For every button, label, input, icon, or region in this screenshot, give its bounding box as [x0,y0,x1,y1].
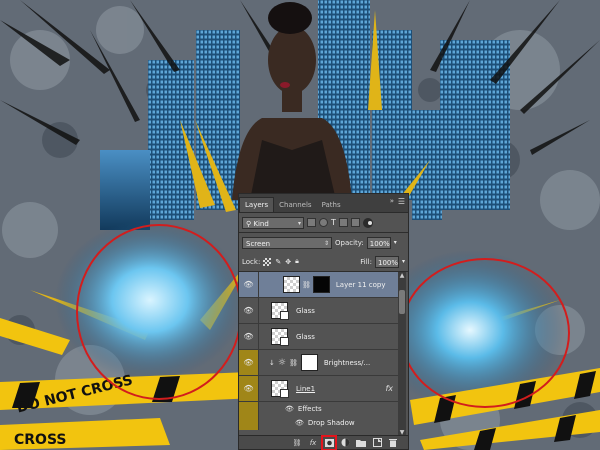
brightness-adjustment-icon: ☼ [277,357,286,368]
fx-icon[interactable]: fx [308,438,318,448]
link-layers-icon[interactable]: ⛓︎ [292,438,302,448]
visibility-toggle[interactable]: 👁︎ [239,350,259,375]
effects-row[interactable]: 👁︎ Effects [239,402,399,416]
group-folder-icon[interactable] [356,438,366,448]
layer-thumbnail [271,328,289,346]
panel-bottom-toolbar: ⛓︎ fx [239,434,408,450]
new-layer-icon[interactable] [372,438,382,448]
link-chain-icon[interactable]: ⛓︎ [302,281,311,289]
eye-icon: 👁︎ [243,306,254,315]
layer-thumbnail [271,302,289,320]
layer-row[interactable]: 👁︎ Glass [239,298,399,324]
lock-position-move-icon[interactable]: ✥ [285,258,291,266]
blend-mode-select[interactable]: Screen ⇕ [242,236,332,249]
layer-name[interactable]: Glass [296,333,315,341]
filter-row: ⚲ Kind ▾ T [239,213,408,232]
effects-label: Effects [297,405,322,413]
eye-icon[interactable]: 👁︎ [295,419,304,427]
filter-type-icon[interactable]: T [331,218,336,227]
eye-icon[interactable]: 👁︎ [285,405,294,413]
panel-menu-icon[interactable]: ☰ [398,197,405,206]
trash-icon[interactable] [388,438,398,448]
layer-thumbnail [283,276,300,293]
collapse-chevrons-icon[interactable]: » [390,197,394,205]
lock-label: Lock: [242,257,261,266]
visibility-toggle[interactable]: 👁︎ [239,324,259,349]
layer-name[interactable]: Glass [296,307,315,315]
opacity-label: Opacity: [335,238,364,247]
visibility-toggle[interactable]: 👁︎ [239,376,259,401]
layer-name[interactable]: Layer 11 copy [336,281,386,289]
filter-pixel-icon[interactable] [307,218,316,227]
layer-mask-thumbnail[interactable] [300,354,318,371]
eye-icon: 👁︎ [243,358,254,367]
layer-name[interactable]: Line1 [296,385,315,393]
annotation-circle-left [76,224,242,400]
visibility-toggle[interactable] [239,416,259,430]
tab-layers[interactable]: Layers [239,197,275,212]
layer-row[interactable]: 👁︎ Glass [239,324,399,350]
lock-row: Lock: ✎ ✥ 🔒︎ Fill: 100% ▾ [239,252,408,271]
blend-row: Screen ⇕ Opacity: 100% ▾ [239,233,408,252]
eye-icon: 👁︎ [243,332,254,341]
clip-arrow-icon: ↓ [269,358,275,367]
filter-kind-select[interactable]: ⚲ Kind ▾ [242,216,304,229]
fx-indicator-icon[interactable]: fx [385,384,393,393]
fill-input[interactable]: 100% [374,255,399,268]
layers-panel: Layers Channels Paths » ☰ ⚲ Kind ▾ T Scr… [238,193,409,450]
filter-toggle[interactable] [362,217,373,228]
tab-paths[interactable]: Paths [317,198,346,212]
lock-all-icon[interactable]: 🔒︎ [295,257,299,266]
opacity-dropdown-icon[interactable]: ▾ [394,239,397,246]
filter-shape-icon[interactable] [338,218,348,227]
tape-text-2: CROSS [14,432,67,448]
opacity-input[interactable]: 100% [366,236,391,249]
filter-smart-object-icon[interactable] [350,218,360,227]
visibility-toggle[interactable]: 👁︎ [239,298,259,323]
lock-transparent-icon[interactable] [263,257,272,266]
layers-scrollbar[interactable]: ▲ ▼ [398,272,406,437]
layer-thumbnail [271,380,289,398]
fill-label: Fill: [360,257,372,266]
layer-row[interactable]: 👁︎ ⛓︎ Layer 11 copy [239,272,399,298]
fill-dropdown-icon[interactable]: ▾ [402,258,405,265]
link-chain-icon[interactable]: ⛓︎ [289,359,298,367]
add-mask-icon[interactable] [321,434,337,450]
chevron-down-icon: ⇕ [323,239,329,247]
drop-shadow-row[interactable]: 👁︎ Drop Shadow [239,416,399,430]
layers-list: 👁︎ ⛓︎ Layer 11 copy 👁︎ Glass 👁︎ Glass 👁︎… [239,272,399,437]
eye-icon: 👁︎ [243,280,254,289]
filter-adjustment-icon[interactable] [319,218,328,227]
layer-name[interactable]: Brightness/... [324,359,370,367]
visibility-toggle[interactable] [239,402,259,416]
layer-row[interactable]: 👁︎ Line1 fx [239,376,399,402]
lock-image-brush-icon[interactable]: ✎ [275,258,281,266]
eye-icon: 👁︎ [243,384,254,393]
scrollbar-thumb[interactable] [399,290,405,314]
annotation-circle-right [400,258,570,408]
adjustment-layer-icon[interactable] [340,438,350,448]
drop-shadow-label: Drop Shadow [307,419,355,427]
visibility-toggle[interactable]: 👁︎ [239,272,259,297]
layer-mask-thumbnail[interactable] [312,276,330,293]
layer-row[interactable]: 👁︎ ↓ ☼ ⛓︎ Brightness/... [239,350,399,376]
panel-tabs: Layers Channels Paths » ☰ [239,194,408,213]
chevron-down-icon: ▾ [297,219,301,227]
scroll-up-icon[interactable]: ▲ [398,272,406,280]
tab-channels[interactable]: Channels [274,198,316,212]
